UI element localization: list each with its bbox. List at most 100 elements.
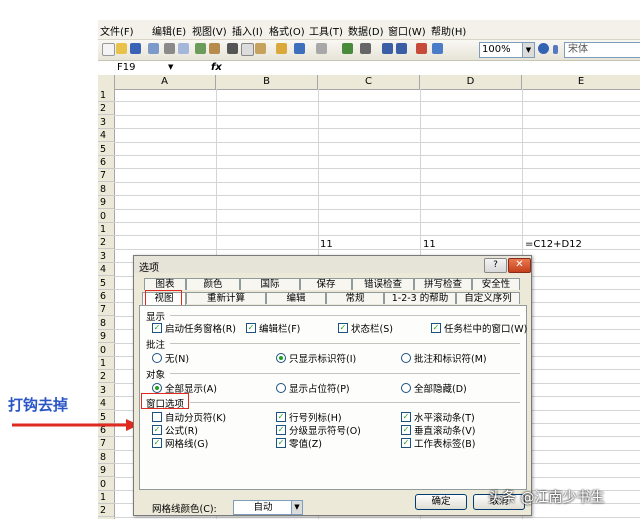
column-header[interactable]: E [522,75,640,89]
row-header[interactable]: 1 [98,357,114,370]
menu-view[interactable]: 视图(V) [192,23,227,38]
cell-e12[interactable]: =C12+D12 [525,239,582,250]
close-button[interactable]: ✕ [508,258,531,273]
tab-calculation[interactable]: 重新计算 [186,292,266,304]
row-header[interactable]: 0 [98,344,114,357]
comments-indicator-radio[interactable]: 只显示标识符(I) [276,351,356,365]
autosum-icon[interactable] [360,43,371,54]
menu-file[interactable]: 文件(F) [100,23,134,38]
hyperlink-icon[interactable] [342,43,353,54]
chevron-down-icon[interactable]: ▼ [291,500,303,515]
row-header[interactable]: 1 [98,223,114,236]
tab-custom-lists[interactable]: 自定义序列 [456,292,520,304]
drawing-icon[interactable] [432,43,443,54]
row-header[interactable]: 8 [98,183,114,196]
format-painter-icon[interactable] [276,43,287,54]
tab-edit[interactable]: 编辑 [266,292,326,304]
tab-transition[interactable]: 1-2-3 的帮助 [384,292,456,304]
save-icon[interactable] [130,43,141,54]
row-header[interactable]: 4 [98,129,114,143]
gridlines-checkbox[interactable]: ✓ 网格线(G) [152,436,208,450]
vertical-scrollbar-checkbox[interactable]: ✓ 垂直滚动条(V) [401,423,475,437]
help-icon[interactable] [538,43,549,54]
zoom-select[interactable]: 100% [479,42,527,58]
formula-bar-checkbox[interactable]: ✓ 编辑栏(F) [246,321,300,335]
paste-icon[interactable] [255,43,266,54]
menu-insert[interactable]: 插入(I) [232,23,263,38]
chart-wizard-icon[interactable] [416,43,427,54]
copy-icon[interactable] [241,43,254,56]
row-col-headers-checkbox[interactable]: ✓ 行号列标(H) [276,410,342,424]
row-header[interactable]: 1 [98,491,114,504]
print-icon[interactable] [164,43,175,54]
outline-symbols-checkbox[interactable]: ✓ 分级显示符号(O) [276,423,361,437]
menu-window[interactable]: 窗口(W) [388,23,426,38]
row-header[interactable]: 4 [98,397,114,411]
menu-tools[interactable]: 工具(T) [309,23,343,38]
toolbar-options-icon[interactable] [553,45,558,54]
row-header[interactable]: 3 [98,116,114,129]
zero-values-checkbox[interactable]: ✓ 零值(Z) [276,436,322,450]
row-header[interactable]: 7 [98,303,114,317]
tab-spelling[interactable]: 拼写检查 [414,278,472,290]
redo-icon[interactable] [316,43,327,54]
tab-general[interactable]: 常规 [326,292,384,304]
objects-placeholders-radio[interactable]: 显示占位符(P) [276,381,350,395]
objects-hide-all-radio[interactable]: 全部隐藏(D) [401,381,467,395]
column-header[interactable]: D [420,75,522,89]
column-header[interactable]: B [216,75,318,89]
chevron-down-icon[interactable]: ▼ [168,61,173,74]
row-header[interactable]: 3 [98,384,114,397]
cell-d12[interactable]: 11 [423,239,436,250]
row-header[interactable]: 2 [98,236,114,250]
row-header[interactable]: 7 [98,437,114,451]
comments-none-radio[interactable]: 无(N) [152,351,189,365]
print-preview-icon[interactable] [178,43,189,54]
row-header[interactable]: 9 [98,464,114,478]
row-header[interactable]: 9 [98,330,114,344]
tab-security[interactable]: 安全性 [472,278,520,290]
help-button[interactable]: ? [484,258,507,273]
permission-icon[interactable] [148,43,159,54]
new-icon[interactable] [102,43,115,56]
tab-save[interactable]: 保存 [300,278,352,290]
menu-data[interactable]: 数据(D) [348,23,384,38]
row-header[interactable]: 5 [98,143,114,156]
sort-descending-icon[interactable] [396,43,407,54]
sort-ascending-icon[interactable] [382,43,393,54]
chevron-down-icon[interactable]: ▼ [522,42,535,58]
fx-icon[interactable]: fx [211,61,222,74]
sheet-tabs-checkbox[interactable]: ✓ 工作表标签(B) [401,436,475,450]
menu-format[interactable]: 格式(O) [269,23,305,38]
column-header[interactable]: A [114,75,216,89]
page-breaks-checkbox[interactable]: 自动分页符(K) [152,410,226,424]
research-icon[interactable] [209,43,220,54]
undo-icon[interactable] [294,43,305,54]
spelling-icon[interactable] [195,43,206,54]
name-box[interactable]: F19 [113,61,199,74]
row-header[interactable]: 2 [98,102,114,116]
row-header[interactable]: 6 [98,290,114,303]
row-header[interactable]: 2 [98,504,114,518]
row-header[interactable]: 2 [98,370,114,384]
tab-international[interactable]: 国际 [240,278,300,290]
gridline-color-select[interactable]: 自动 [233,500,293,515]
select-all-corner[interactable] [98,75,115,89]
column-header[interactable]: C [318,75,420,89]
comments-both-radio[interactable]: 批注和标识符(M) [401,351,487,365]
cut-icon[interactable] [227,43,238,54]
row-header[interactable]: 1 [98,89,114,102]
formulas-checkbox[interactable]: ✓ 公式(R) [152,423,198,437]
row-header[interactable]: 6 [98,156,114,169]
menu-edit[interactable]: 编辑(E) [152,23,186,38]
row-header[interactable]: 5 [98,277,114,290]
menu-help[interactable]: 帮助(H) [431,23,466,38]
tab-chart[interactable]: 图表 [144,278,186,290]
font-select[interactable]: 宋体 [564,42,640,58]
row-header[interactable]: 4 [98,263,114,277]
row-header[interactable]: 7 [98,169,114,183]
horizontal-scrollbar-checkbox[interactable]: ✓ 水平滚动条(T) [401,410,475,424]
cell-c12[interactable]: 11 [320,239,333,250]
row-header[interactable]: 8 [98,317,114,330]
status-bar-checkbox[interactable]: ✓ 状态栏(S) [338,321,393,335]
